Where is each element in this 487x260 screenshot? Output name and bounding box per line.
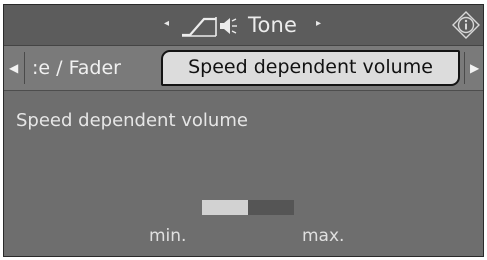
page-title: Tone [248, 13, 298, 37]
scale-min-label: min. [149, 226, 187, 246]
tone-settings-screen: ◂ Tone ▸ ◀ :e / Fader Speed dependent vo… [3, 4, 484, 257]
tab-prev-arrow[interactable]: ◀ [9, 62, 18, 74]
tab-next-arrow[interactable]: ▶ [470, 62, 479, 74]
title-bar: ◂ Tone ▸ [4, 5, 483, 46]
scale-max-label: max. [302, 226, 345, 246]
tab-balance-fader[interactable]: :e / Fader [32, 56, 121, 80]
tab-divider [464, 52, 465, 84]
level-fill [202, 200, 248, 215]
speed-volume-level-slider[interactable] [202, 200, 294, 215]
tone-curve-speaker-icon [182, 17, 237, 37]
title-next-arrow[interactable]: ▸ [316, 18, 321, 30]
tab-speed-dependent-volume[interactable]: Speed dependent volume [161, 50, 460, 86]
tab-bar: ◀ :e / Fader Speed dependent volume ▶ [4, 46, 483, 91]
setting-heading: Speed dependent volume [16, 110, 248, 131]
tab-divider [24, 52, 25, 84]
title-prev-arrow[interactable]: ◂ [164, 18, 169, 30]
info-icon[interactable] [452, 11, 480, 39]
